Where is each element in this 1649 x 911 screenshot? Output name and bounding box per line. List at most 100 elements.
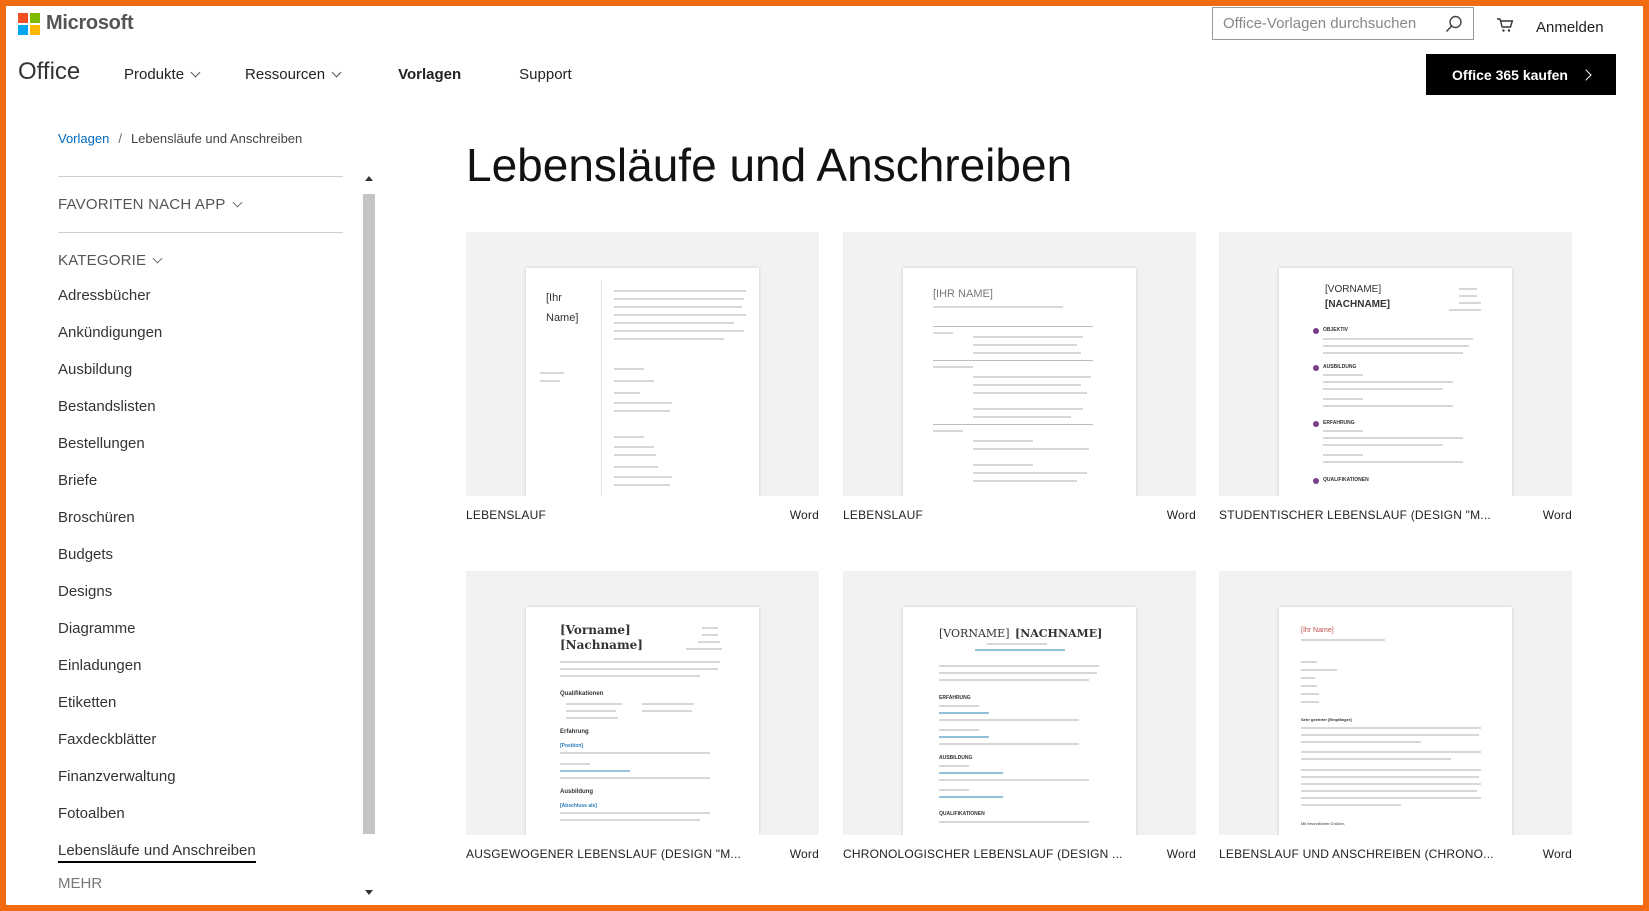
scroll-down-icon[interactable] [365, 890, 373, 895]
signin-link[interactable]: Anmelden [1536, 19, 1604, 36]
category-item[interactable]: Budgets [58, 536, 343, 573]
nav-vorlagen-label: Vorlagen [398, 66, 462, 83]
preview-last-name: [Nachname] [560, 638, 643, 652]
preview-line [939, 765, 969, 767]
buy-button-label: Office 365 kaufen [1452, 66, 1568, 83]
nav-produkte[interactable]: Produkte [124, 66, 201, 83]
preview-line [601, 280, 602, 496]
category-item[interactable]: Einladungen [58, 647, 343, 684]
template-preview: [Ihr Name] Sehr geehrter [Empfänger] Mit… [1279, 607, 1512, 835]
preview-line [1301, 693, 1319, 695]
template-card[interactable]: [VORNAME] [NACHNAME] ERFAHRUNG AUSBILDUN… [843, 571, 1196, 861]
nav-ressourcen[interactable]: Ressourcen [245, 66, 342, 83]
preview-line [939, 672, 1097, 674]
office-brand[interactable]: Office [18, 58, 80, 86]
template-title[interactable]: LEBENSLAUF [843, 508, 923, 522]
category-item[interactable]: Bestellungen [58, 425, 343, 462]
preview-line [1301, 661, 1317, 663]
sidebar-scrollbar[interactable] [362, 176, 376, 900]
chevron-down-icon [331, 67, 342, 78]
preview-line [933, 430, 963, 432]
template-card[interactable]: [Ihr Name] Sehr geehrter [Empfänger] Mit… [1219, 571, 1572, 861]
category-item[interactable]: Bestandslisten [58, 388, 343, 425]
template-title[interactable]: CHRONOLOGISCHER LEBENSLAUF (DESIGN ... [843, 847, 1123, 861]
buy-office-button[interactable]: Office 365 kaufen [1426, 54, 1616, 95]
category-item[interactable]: Finanzverwaltung [58, 758, 343, 795]
preview-line [614, 330, 744, 332]
template-thumbnail[interactable]: [Ihr Name] [466, 232, 819, 496]
template-meta: STUDENTISCHER LEBENSLAUF (DESIGN "M... W… [1219, 508, 1572, 522]
preview-line [939, 719, 1079, 721]
template-thumbnail[interactable]: [IHR NAME] [843, 232, 1196, 496]
category-item[interactable]: Designs [58, 573, 343, 610]
template-thumbnail[interactable]: [Vorname] [Nachname] Qualifikationen Erf… [466, 571, 819, 835]
preview-section: AUSBILDUNG [1323, 364, 1357, 370]
preview-line [1459, 288, 1477, 290]
category-item[interactable]: Faxdeckblätter [58, 721, 343, 758]
category-item[interactable]: Broschüren [58, 499, 343, 536]
preview-line [566, 703, 622, 705]
preview-first-name: [Vorname] [560, 623, 631, 637]
template-card[interactable]: [Vorname] [Nachname] Qualifikationen Erf… [466, 571, 819, 861]
preview-section: OBJEKTIV [1323, 327, 1349, 333]
template-card[interactable]: [VORNAME] [NACHNAME] OBJEKTIV AUSBILDUNG… [1219, 232, 1572, 522]
preview-line [1323, 405, 1453, 407]
preview-line [939, 665, 1099, 667]
search-input[interactable] [1213, 14, 1445, 33]
template-title[interactable]: AUSGEWOGENER LEBENSLAUF (DESIGN "M... [466, 847, 741, 861]
preview-line [614, 446, 654, 448]
template-thumbnail[interactable]: [VORNAME] [NACHNAME] OBJEKTIV AUSBILDUNG… [1219, 232, 1572, 496]
category-item[interactable]: Diagramme [58, 610, 343, 647]
preview-line [614, 484, 670, 486]
microsoft-logo[interactable]: Microsoft [18, 12, 134, 35]
preview-line [614, 368, 644, 370]
template-meta: LEBENSLAUF Word [843, 508, 1196, 522]
preview-line [1301, 783, 1481, 785]
preview-line [939, 679, 1089, 681]
preview-line [614, 392, 640, 394]
category-item-current[interactable]: Lebensläufe und Anschreiben [58, 832, 343, 869]
preview-line [560, 819, 700, 821]
nav-vorlagen[interactable]: Vorlagen [398, 66, 461, 83]
template-preview: [Ihr Name] [526, 268, 759, 496]
template-card[interactable]: [IHR NAME] LEBENSLAUF Word [843, 232, 1196, 522]
scrollbar-thumb[interactable] [363, 194, 375, 834]
more-link[interactable]: MEHR [58, 875, 343, 892]
scroll-up-icon[interactable] [365, 176, 373, 181]
category-item[interactable]: Briefe [58, 462, 343, 499]
logo-square-yellow [30, 24, 40, 35]
preview-line [560, 752, 710, 754]
preview-section: ERFAHRUNG [1323, 420, 1355, 426]
preview-line [702, 634, 718, 636]
preview-line [1301, 751, 1481, 753]
template-thumbnail[interactable]: [VORNAME] [NACHNAME] ERFAHRUNG AUSBILDUN… [843, 571, 1196, 835]
preview-line [973, 464, 1033, 466]
preview-greeting: Sehr geehrter [Empfänger] [1301, 717, 1352, 722]
category-item[interactable]: Adressbücher [58, 277, 343, 314]
preview-line [973, 352, 1081, 354]
nav-support[interactable]: Support [519, 66, 572, 83]
template-title[interactable]: LEBENSLAUF UND ANSCHREIBEN (CHRONO... [1219, 847, 1494, 861]
category-item[interactable]: Ausbildung [58, 351, 343, 388]
preview-line [614, 314, 746, 316]
logo-square-green [30, 12, 40, 23]
category-item[interactable]: Fotoalben [58, 795, 343, 832]
search-icon[interactable] [1445, 15, 1463, 38]
preview-line [1301, 741, 1421, 743]
template-title[interactable]: STUDENTISCHER LEBENSLAUF (DESIGN "M... [1219, 508, 1491, 522]
template-thumbnail[interactable]: [Ihr Name] Sehr geehrter [Empfänger] Mit… [1219, 571, 1572, 835]
category-toggle[interactable]: KATEGORIE [58, 252, 343, 269]
category-item[interactable]: Etiketten [58, 684, 343, 721]
preview-line [560, 668, 718, 670]
favorites-toggle[interactable]: FAVORITEN NACH APP [58, 196, 343, 213]
template-card[interactable]: [Ihr Name] LEBENSLAUF Word [466, 232, 819, 522]
preview-line [1459, 295, 1477, 297]
category-item[interactable]: Ankündigungen [58, 314, 343, 351]
template-title[interactable]: LEBENSLAUF [466, 508, 546, 522]
breadcrumb-root[interactable]: Vorlagen [58, 131, 109, 146]
preview-line [702, 627, 718, 629]
preview-closing: Mit freundlichen Grüßen, [1301, 821, 1346, 826]
cart-icon[interactable] [1496, 17, 1514, 38]
breadcrumb: Vorlagen / Lebensläufe und Anschreiben [58, 131, 302, 146]
preview-line [614, 410, 670, 412]
